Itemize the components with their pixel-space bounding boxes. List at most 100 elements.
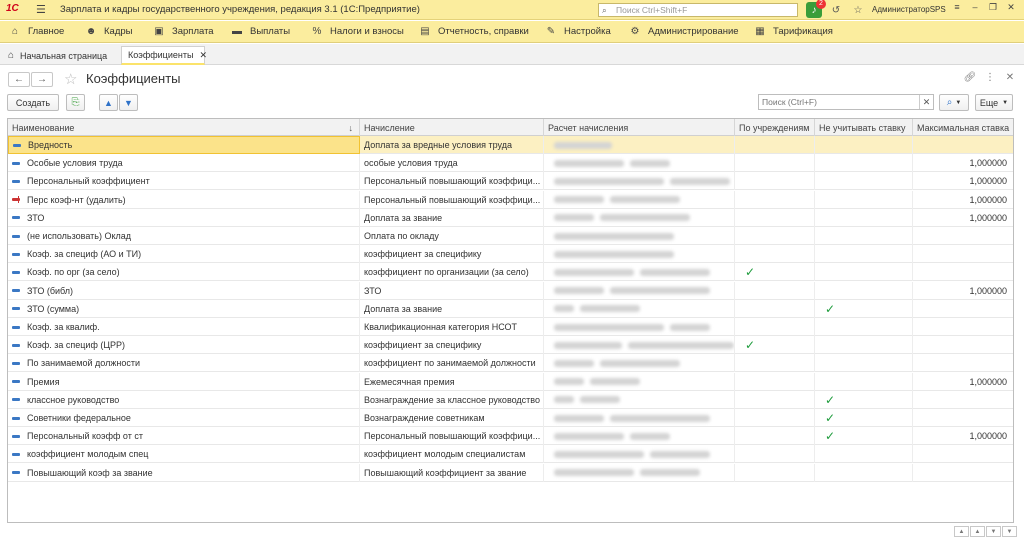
clear-search-icon[interactable]: ✕ [919, 95, 933, 109]
cell-max-rate[interactable]: 1,000000 [913, 209, 1013, 227]
cell-name[interactable]: ЗТО (сумма) [8, 299, 360, 318]
cell-by-institution[interactable] [735, 318, 815, 336]
close-form-icon[interactable]: ✕ [1000, 72, 1020, 83]
cell-name[interactable]: ЗТО [8, 208, 360, 227]
tab-coefficients[interactable]: Коэффициенты ✕ [121, 46, 207, 65]
table-row[interactable]: Коэф. за квалиф. Квалификационная категор… [8, 318, 1013, 336]
cell-name[interactable]: Премия [8, 372, 360, 391]
menu-item-reports[interactable]: ▤ Отчетность, справки [418, 21, 529, 43]
menu-item-payments[interactable]: ▬ Выплаты [230, 21, 290, 43]
cell-name[interactable]: Коэф. по орг (за село) [8, 263, 360, 282]
create-button[interactable]: Создать [7, 94, 59, 111]
maximize-icon[interactable]: ❐ [984, 2, 1002, 13]
cell-calculation-redacted[interactable] [544, 154, 735, 173]
cell-ignore-rate[interactable] [815, 227, 913, 245]
cell-max-rate[interactable] [913, 227, 1013, 245]
cell-by-institution[interactable] [735, 445, 815, 464]
cell-calculation-redacted[interactable] [544, 409, 735, 427]
cell-accrual[interactable]: Доплата за вредные условия труда [360, 136, 544, 154]
cell-max-rate[interactable] [913, 263, 1013, 281]
table-row[interactable]: ЗТО (библ) ЗТО 1,000000 [8, 281, 1013, 300]
cell-calculation-redacted[interactable] [544, 263, 735, 282]
cell-name[interactable]: Коэф. за специф (ЦРР) [8, 336, 360, 355]
cell-accrual[interactable]: Вознаграждение за классное руководство [360, 390, 544, 409]
cell-name[interactable]: Персональный коэффициент [8, 172, 360, 191]
cell-max-rate[interactable] [913, 409, 1013, 427]
cell-calculation-redacted[interactable] [544, 281, 735, 300]
cell-max-rate[interactable]: 1,000000 [913, 154, 1013, 172]
cell-ignore-rate[interactable]: ✓ [815, 427, 913, 446]
cell-ignore-rate[interactable]: ✓ [815, 299, 913, 318]
cell-calculation-redacted[interactable] [544, 390, 735, 409]
cell-ignore-rate[interactable] [815, 445, 913, 464]
table-row[interactable]: Коэф. за специф (АО и ТИ) коэффициент за … [8, 245, 1013, 264]
cell-ignore-rate[interactable] [815, 172, 913, 191]
column-header-max-rate[interactable]: Максимальная ставка [913, 119, 1013, 136]
table-row[interactable]: Коэф. по орг (за село) коэффициент по орг… [8, 263, 1013, 282]
cell-calculation-redacted[interactable] [544, 245, 735, 264]
cell-accrual[interactable]: коэффициент за специфику [360, 336, 544, 355]
table-row[interactable]: Вредность Доплата за вредные условия труд… [8, 136, 1013, 154]
settings-icon[interactable]: ≡ [948, 2, 966, 13]
cell-name[interactable]: ЗТО (библ) [8, 281, 360, 300]
cell-ignore-rate[interactable] [815, 154, 913, 173]
global-search-input[interactable]: ⌕ Поиск Ctrl+Shift+F [598, 3, 798, 17]
cell-accrual[interactable]: особые условия труда [360, 154, 544, 173]
cell-name[interactable]: Коэф. за специф (АО и ТИ) [8, 245, 360, 264]
cell-by-institution[interactable] [735, 172, 815, 191]
column-header-calculation[interactable]: Расчет начисления [544, 119, 735, 136]
table-row[interactable]: Особые условия труда особые условия труда… [8, 154, 1013, 173]
cell-ignore-rate[interactable]: ✓ [815, 390, 913, 409]
back-button[interactable]: ← [8, 72, 30, 87]
column-header-accrual[interactable]: Начисление [360, 119, 544, 136]
cell-by-institution[interactable] [735, 208, 815, 227]
table-row[interactable]: (не использовать) Оклад Оплата по окладу [8, 227, 1013, 245]
cell-name[interactable]: Вредность [8, 136, 360, 154]
cell-ignore-rate[interactable] [815, 318, 913, 336]
cell-calculation-redacted[interactable] [544, 136, 735, 154]
cell-by-institution[interactable] [735, 245, 815, 264]
scroll-top-icon[interactable]: ▲ [954, 526, 969, 537]
cell-by-institution[interactable] [735, 354, 815, 373]
table-row[interactable]: Коэф. за специф (ЦРР) коэффициент за спец… [8, 336, 1013, 355]
cell-ignore-rate[interactable] [815, 372, 913, 391]
cell-ignore-rate[interactable] [815, 245, 913, 264]
cell-name[interactable]: Повышающий коэф за звание [8, 463, 360, 482]
cell-accrual[interactable]: Персональный повышающий коэффици... [360, 172, 544, 191]
table-row[interactable]: Повышающий коэф за звание Повышающий коэф… [8, 463, 1013, 482]
cell-accrual[interactable]: коэффициент по занимаемой должности [360, 354, 544, 373]
table-row[interactable]: ЗТО Доплата за звание 1,000000 [8, 208, 1013, 227]
main-menu-icon[interactable]: ☰ [36, 3, 48, 16]
forward-button[interactable]: → [31, 72, 53, 87]
cell-by-institution[interactable] [735, 409, 815, 427]
cell-calculation-redacted[interactable] [544, 463, 735, 482]
cell-name[interactable]: Советники федеральное [8, 409, 360, 427]
cell-by-institution[interactable]: ✓ [735, 263, 815, 282]
cell-ignore-rate[interactable] [815, 281, 913, 300]
cell-accrual[interactable]: Персональный повышающий коэффици... [360, 427, 544, 446]
close-window-icon[interactable]: ✕ [1002, 2, 1020, 13]
table-row[interactable]: коэффициент молодым спец коэффициент моло… [8, 445, 1013, 464]
link-icon[interactable]: 🔗︎ [960, 72, 980, 83]
cell-calculation-redacted[interactable] [544, 336, 735, 355]
cell-calculation-redacted[interactable] [544, 318, 735, 336]
more-vertical-icon[interactable]: ⋮ [980, 72, 1000, 83]
cell-max-rate[interactable]: 1,000000 [913, 373, 1013, 391]
cell-name[interactable]: классное руководство [8, 390, 360, 409]
cell-accrual[interactable]: Повышающий коэффициент за звание [360, 463, 544, 482]
menu-item-settings[interactable]: ✎ Настройка [544, 21, 611, 43]
cell-calculation-redacted[interactable] [544, 172, 735, 191]
cell-max-rate[interactable] [913, 336, 1013, 354]
copy-button[interactable]: ⎘ [66, 94, 85, 111]
search-options-button[interactable]: ⌕ ▼ [939, 94, 969, 111]
cell-accrual[interactable]: Доплата за звание [360, 208, 544, 227]
cell-by-institution[interactable] [735, 427, 815, 446]
more-button[interactable]: Еще ▼ [975, 94, 1013, 111]
cell-name[interactable]: Перс коэф-нт (удалить) [8, 190, 360, 209]
cell-ignore-rate[interactable] [815, 208, 913, 227]
cell-calculation-redacted[interactable] [544, 372, 735, 391]
history-icon[interactable]: ↺ [828, 2, 844, 18]
cell-calculation-redacted[interactable] [544, 354, 735, 373]
table-row[interactable]: ЗТО (сумма) Доплата за звание ✓ [8, 299, 1013, 318]
minimize-icon[interactable]: – [966, 2, 984, 13]
